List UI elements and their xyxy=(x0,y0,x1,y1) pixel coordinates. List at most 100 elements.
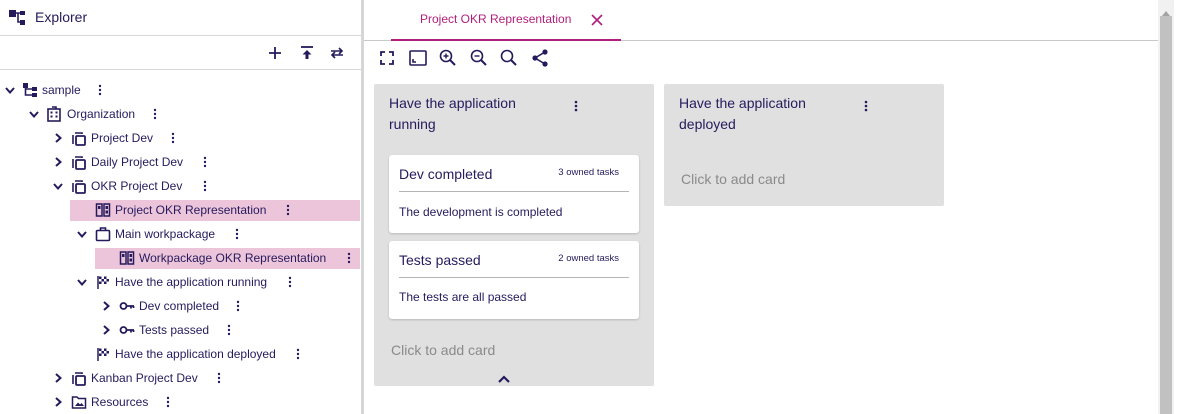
tree-item[interactable]: Dev completed xyxy=(0,294,361,318)
tree-item[interactable]: Project Dev xyxy=(0,126,361,150)
tree-item-label: Have the application deployed xyxy=(115,347,276,361)
more-options-icon[interactable] xyxy=(152,107,158,121)
more-options-icon[interactable] xyxy=(170,131,176,145)
chevron-right-icon[interactable] xyxy=(51,155,65,169)
window-edge xyxy=(1174,0,1180,414)
tree-item-label: Workpackage OKR Representation xyxy=(139,251,327,265)
fit-screen-button[interactable] xyxy=(377,48,397,68)
copy-icon xyxy=(71,130,87,146)
more-options-icon[interactable] xyxy=(165,395,171,409)
chevron-right-icon[interactable] xyxy=(51,131,65,145)
tree-item-label: Project OKR Representation xyxy=(115,203,267,217)
more-options-icon[interactable] xyxy=(202,179,208,193)
explorer-title: Explorer xyxy=(35,9,88,25)
chevron-right-icon[interactable] xyxy=(99,323,113,337)
chevron-right-icon[interactable] xyxy=(51,371,65,385)
tree-item-label: Kanban Project Dev xyxy=(91,371,198,385)
more-options-icon[interactable] xyxy=(346,251,352,265)
card-description: The tests are all passed xyxy=(399,290,527,304)
more-options-icon[interactable] xyxy=(234,227,240,241)
scrollbar-thumb[interactable] xyxy=(1160,16,1172,414)
share-icon xyxy=(532,49,548,67)
briefcase-icon xyxy=(95,226,111,242)
kanban-icon xyxy=(119,250,135,266)
tree-item-label: Tests passed xyxy=(139,323,210,337)
card-task-count: 3 owned tasks xyxy=(558,167,619,178)
tree-item[interactable]: Main workpackage xyxy=(0,222,361,246)
more-options-icon[interactable] xyxy=(573,99,579,113)
scroll-up-arrow-icon[interactable] xyxy=(1161,4,1171,16)
more-options-icon[interactable] xyxy=(295,347,301,361)
add-card-button[interactable]: Click to add card xyxy=(681,171,785,187)
collapse-to-top-button[interactable] xyxy=(298,44,316,62)
zoom-out-button[interactable] xyxy=(469,48,489,68)
tree-item-label: Organization xyxy=(67,107,136,121)
fit-selection-button[interactable] xyxy=(408,48,428,68)
chevron-down-icon[interactable] xyxy=(75,275,89,289)
vertical-scrollbar[interactable] xyxy=(1158,0,1174,414)
folder-image-icon xyxy=(71,394,87,410)
tree-item[interactable]: Workpackage OKR Representation xyxy=(0,246,361,270)
tree-item[interactable]: Have the application deployed xyxy=(0,342,361,366)
card-description: The development is completed xyxy=(399,205,563,219)
share-button[interactable] xyxy=(530,48,550,68)
chevron-down-icon[interactable] xyxy=(51,179,65,193)
swap-arrows-icon xyxy=(330,47,344,59)
more-options-icon[interactable] xyxy=(216,371,222,385)
zoom-reset-button[interactable] xyxy=(499,48,519,68)
kanban-column: Have the application running Dev complet… xyxy=(374,84,654,386)
more-options-icon[interactable] xyxy=(235,299,241,313)
tree-item[interactable]: sample xyxy=(0,78,361,102)
key-icon xyxy=(119,322,135,338)
tree-item[interactable]: Have the application running xyxy=(0,270,361,294)
editor-panel: Project OKR Representation Have the appl… xyxy=(364,0,1158,414)
tree-item-label: Main workpackage xyxy=(115,227,216,241)
kanban-card[interactable]: Dev completed 3 owned tasks The developm… xyxy=(389,155,639,233)
tree-item-label: sample xyxy=(42,83,81,97)
tree-item[interactable]: Organization xyxy=(0,102,361,126)
card-title: Tests passed xyxy=(399,252,481,268)
tree-icon xyxy=(22,82,38,98)
chevron-right-icon[interactable] xyxy=(51,395,65,409)
plus-icon xyxy=(269,47,281,59)
close-icon[interactable] xyxy=(590,13,604,27)
explorer-panel: Explorer sample Organization Project Dev Da… xyxy=(0,0,361,414)
tree-item-label: OKR Project Dev xyxy=(91,179,183,193)
tree-item[interactable]: Tests passed xyxy=(0,318,361,342)
tree-item[interactable]: Resources xyxy=(0,390,361,414)
tree-item-label: Dev completed xyxy=(139,299,220,313)
more-options-icon[interactable] xyxy=(202,155,208,169)
more-options-icon[interactable] xyxy=(285,203,291,217)
tree-item-label: Project Dev xyxy=(91,131,154,145)
building-icon xyxy=(46,106,62,122)
tab-project-okr-representation[interactable]: Project OKR Representation xyxy=(391,0,621,41)
tab-bar: Project OKR Representation xyxy=(364,0,1158,41)
more-options-icon[interactable] xyxy=(863,99,869,113)
card-divider xyxy=(399,277,629,278)
tree-item[interactable]: OKR Project Dev xyxy=(0,174,361,198)
more-options-icon[interactable] xyxy=(287,275,293,289)
tree-item-label: Resources xyxy=(91,395,149,409)
checkered-flag-icon xyxy=(95,274,111,290)
chevron-right-icon[interactable] xyxy=(99,299,113,313)
tab-label: Project OKR Representation xyxy=(420,12,572,26)
chevron-down-icon[interactable] xyxy=(27,107,41,121)
checkered-flag-icon xyxy=(95,346,111,362)
sync-button[interactable] xyxy=(328,44,346,62)
chevron-down-icon[interactable] xyxy=(3,83,17,97)
tree-item[interactable]: Project OKR Representation xyxy=(0,198,361,222)
chevron-down-icon[interactable] xyxy=(75,227,89,241)
kanban-card[interactable]: Tests passed 2 owned tasks The tests are… xyxy=(389,241,639,319)
tree-item[interactable]: Daily Project Dev xyxy=(0,150,361,174)
more-options-icon[interactable] xyxy=(226,323,232,337)
add-card-button[interactable]: Click to add card xyxy=(391,342,495,358)
tree-item-label: Daily Project Dev xyxy=(91,155,184,169)
zoom-in-button[interactable] xyxy=(438,48,458,68)
explorer-header: Explorer xyxy=(0,0,361,36)
chevron-up-icon[interactable] xyxy=(497,371,511,383)
tree-item[interactable]: Kanban Project Dev xyxy=(0,366,361,390)
more-options-icon[interactable] xyxy=(97,83,103,97)
tree-structure-icon xyxy=(9,10,27,26)
add-button[interactable] xyxy=(266,44,284,62)
magnifier-icon xyxy=(500,49,517,66)
